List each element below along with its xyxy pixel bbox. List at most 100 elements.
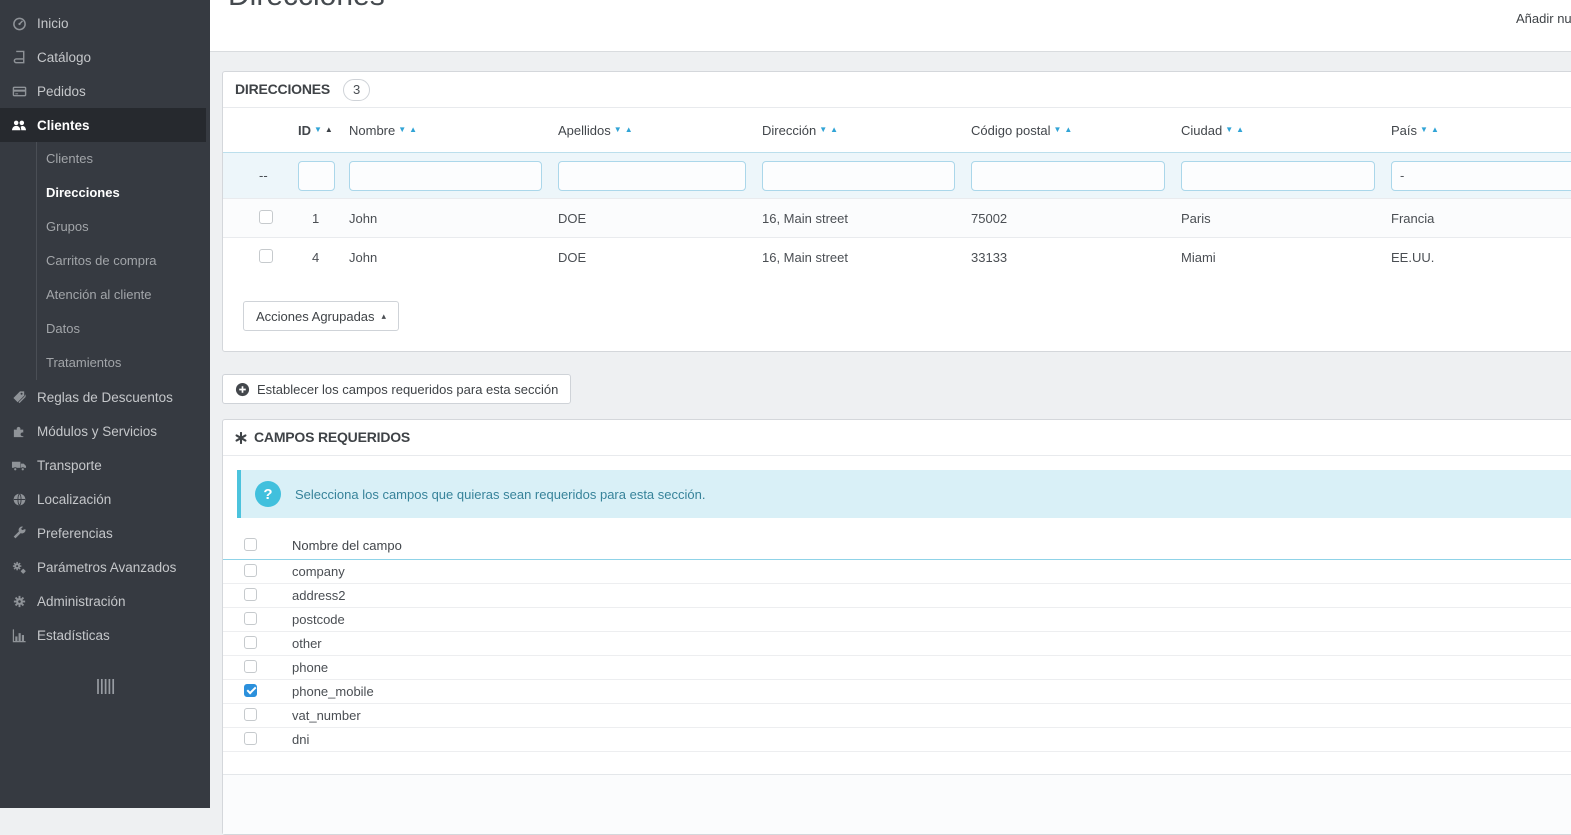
sidebar-item-estadisticas[interactable]: Estadísticas <box>0 618 210 652</box>
table-header-row: ID ▼ ▲ Nombre ▼ ▲ Apellidos ▼ ▲ Direcció… <box>223 108 1571 152</box>
sidebar-collapse-handle[interactable] <box>0 678 210 698</box>
field-name: company <box>292 564 1571 579</box>
filter-input-direccion[interactable] <box>762 161 955 191</box>
sort-desc-icon[interactable]: ▼ <box>1420 126 1428 134</box>
field-checkbox[interactable] <box>244 588 257 601</box>
field-row: postcode <box>223 608 1571 632</box>
column-header-nombre: Nombre ▼ ▲ <box>349 123 558 138</box>
field-checkbox[interactable] <box>244 684 257 697</box>
sidebar-item-modulos[interactable]: Módulos y Servicios <box>0 414 210 448</box>
sidebar-item-preferencias[interactable]: Preferencias <box>0 516 210 550</box>
field-checkbox[interactable] <box>244 564 257 577</box>
filter-input-codigo-postal[interactable] <box>971 161 1165 191</box>
sort-asc-icon[interactable]: ▲ <box>1064 126 1072 134</box>
table-row[interactable]: 4 John DOE 16, Main street 33133 Miami E… <box>223 237 1571 276</box>
sidebar-item-localizacion[interactable]: Localización <box>0 482 210 516</box>
set-required-fields-button[interactable]: Establecer los campos requeridos para es… <box>222 374 571 404</box>
filter-input-id[interactable] <box>298 161 335 191</box>
wrench-icon <box>10 525 28 541</box>
field-name: address2 <box>292 588 1571 603</box>
filter-row: -- - <box>223 152 1571 198</box>
collapse-bars-icon <box>96 678 115 698</box>
sidebar: Inicio Catálogo Pedidos Clientes Cliente… <box>0 0 210 808</box>
sort-asc-icon[interactable]: ▲ <box>625 126 633 134</box>
info-alert: ? Selecciona los campos que quieras sean… <box>237 470 1571 518</box>
submenu-item-datos[interactable]: Datos <box>37 312 210 346</box>
sidebar-item-parametros-avanzados[interactable]: Parámetros Avanzados <box>0 550 210 584</box>
field-name: phone <box>292 660 1571 675</box>
field-row: dni <box>223 728 1571 752</box>
row-checkbox[interactable] <box>259 249 273 263</box>
required-fields-panel: CAMPOS REQUERIDOS ? Selecciona los campo… <box>222 419 1571 835</box>
submenu-item-grupos[interactable]: Grupos <box>37 210 210 244</box>
cell-direccion: 16, Main street <box>762 250 971 265</box>
cell-codigo-postal: 75002 <box>971 211 1181 226</box>
row-checkbox[interactable] <box>259 210 273 224</box>
truck-icon <box>10 457 28 473</box>
field-name: vat_number <box>292 708 1571 723</box>
submenu-item-direcciones[interactable]: Direcciones <box>37 176 210 210</box>
filter-input-apellidos[interactable] <box>558 161 746 191</box>
fields-header-label: Nombre del campo <box>292 538 1571 553</box>
field-checkbox[interactable] <box>244 636 257 649</box>
sidebar-item-catalogo[interactable]: Catálogo <box>0 40 210 74</box>
column-header-id: ID ▼ ▲ <box>298 123 349 138</box>
main-content: Direcciones Añadir nu DIRECCIONES 3 ID ▼… <box>210 0 1571 808</box>
sort-desc-icon[interactable]: ▼ <box>1054 126 1062 134</box>
filter-select-pais[interactable]: - <box>1391 161 1571 191</box>
submenu-item-clientes[interactable]: Clientes <box>37 142 210 176</box>
sort-desc-icon[interactable]: ▼ <box>1225 126 1233 134</box>
column-header-codigo-postal: Código postal ▼ ▲ <box>971 123 1181 138</box>
sort-desc-icon[interactable]: ▼ <box>819 126 827 134</box>
cell-id: 4 <box>298 250 349 265</box>
select-all-checkbox[interactable] <box>244 538 257 551</box>
sidebar-item-administracion[interactable]: Administración <box>0 584 210 618</box>
set-required-area: Establecer los campos requeridos para es… <box>222 374 1571 404</box>
field-checkbox[interactable] <box>244 660 257 673</box>
gear-icon <box>10 593 28 609</box>
sort-asc-icon[interactable]: ▲ <box>1431 126 1439 134</box>
sort-asc-icon[interactable]: ▲ <box>325 126 333 134</box>
globe-icon <box>10 491 28 507</box>
sidebar-item-pedidos[interactable]: Pedidos <box>0 74 210 108</box>
field-row: address2 <box>223 584 1571 608</box>
table-row[interactable]: 1 John DOE 16, Main street 75002 Paris F… <box>223 198 1571 237</box>
cell-direccion: 16, Main street <box>762 211 971 226</box>
sort-asc-icon[interactable]: ▲ <box>1236 126 1244 134</box>
sidebar-item-inicio[interactable]: Inicio <box>0 6 210 40</box>
addresses-panel: DIRECCIONES 3 ID ▼ ▲ Nombre ▼ ▲ Apellido… <box>222 71 1571 352</box>
field-checkbox[interactable] <box>244 612 257 625</box>
sort-desc-icon[interactable]: ▼ <box>398 126 406 134</box>
sort-asc-icon[interactable]: ▲ <box>830 126 838 134</box>
page-title: Direcciones <box>228 0 385 14</box>
submenu-item-atencion[interactable]: Atención al cliente <box>37 278 210 312</box>
field-checkbox[interactable] <box>244 708 257 721</box>
submenu-item-tratamientos[interactable]: Tratamientos <box>37 346 210 380</box>
column-header-apellidos: Apellidos ▼ ▲ <box>558 123 762 138</box>
info-text: Selecciona los campos que quieras sean r… <box>295 487 705 502</box>
panel-footer <box>223 774 1571 834</box>
sort-desc-icon[interactable]: ▼ <box>314 126 322 134</box>
bulk-actions-button[interactable]: Acciones Agrupadas ▴ <box>243 301 399 331</box>
add-new-address-link[interactable]: Añadir nu <box>1516 11 1571 26</box>
filter-input-ciudad[interactable] <box>1181 161 1375 191</box>
sidebar-item-transporte[interactable]: Transporte <box>0 448 210 482</box>
field-row: company <box>223 560 1571 584</box>
column-header-direccion: Dirección ▼ ▲ <box>762 123 971 138</box>
page-header: Direcciones <box>210 0 1571 52</box>
filter-input-nombre[interactable] <box>349 161 542 191</box>
plus-circle-icon <box>235 382 250 397</box>
field-row: phone <box>223 656 1571 680</box>
submenu-item-carritos[interactable]: Carritos de compra <box>37 244 210 278</box>
spacer <box>210 52 1571 71</box>
sort-asc-icon[interactable]: ▲ <box>409 126 417 134</box>
field-row: vat_number <box>223 704 1571 728</box>
field-row: phone_mobile <box>223 680 1571 704</box>
sort-desc-icon[interactable]: ▼ <box>614 126 622 134</box>
sidebar-item-reglas-descuentos[interactable]: Reglas de Descuentos <box>0 380 210 414</box>
cell-ciudad: Miami <box>1181 250 1391 265</box>
gears-icon <box>10 559 28 575</box>
sidebar-item-clientes[interactable]: Clientes <box>0 108 206 142</box>
bulk-actions-area: Acciones Agrupadas ▴ <box>223 276 1571 351</box>
field-checkbox[interactable] <box>244 732 257 745</box>
